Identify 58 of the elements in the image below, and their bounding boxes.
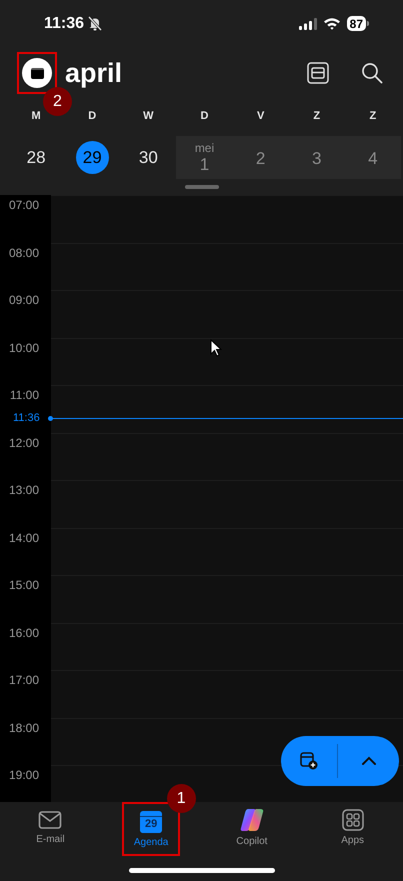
month-label: mei <box>194 142 214 154</box>
mail-icon <box>38 810 62 830</box>
calendar-icon: 29 <box>140 810 162 832</box>
day-cell[interactable]: 28 <box>8 136 64 179</box>
battery-indicator: 87 <box>346 16 366 31</box>
day-number: 2 <box>256 150 266 167</box>
day-cell[interactable]: mei 1 <box>176 136 233 179</box>
day-number: 30 <box>138 149 158 166</box>
day-cell[interactable]: 2 <box>232 136 289 179</box>
mouse-cursor-icon <box>210 339 222 357</box>
weekday-label: Z <box>370 108 376 124</box>
apps-icon <box>342 808 364 830</box>
weekday-label: Z <box>313 108 320 124</box>
day-cell[interactable]: 29 <box>64 136 120 179</box>
hour-label: 16:00 <box>8 626 39 638</box>
weekday-label: M <box>31 108 41 124</box>
bell-slash-icon <box>88 16 102 31</box>
hour-label: 07:00 <box>8 199 39 211</box>
hour-label: 15:00 <box>8 579 39 591</box>
hour-label: 19:00 <box>8 769 39 781</box>
account-button[interactable] <box>22 58 52 88</box>
weekday-label: W <box>143 108 154 124</box>
hour-label: 08:00 <box>8 246 39 258</box>
wifi-icon <box>322 17 341 30</box>
hour-label: 14:00 <box>8 532 39 544</box>
day-cell[interactable]: 30 <box>120 136 176 179</box>
weekday-label: V <box>256 108 264 124</box>
weekday-label: D <box>88 108 96 124</box>
drag-handle[interactable] <box>184 185 218 189</box>
month-title: april <box>65 60 124 86</box>
day-number: 28 <box>26 149 46 166</box>
hour-label: 10:00 <box>8 342 39 354</box>
status-time: 11:36 <box>44 14 84 34</box>
search-icon[interactable] <box>361 62 383 84</box>
step-badge: 2 <box>43 87 72 116</box>
day-cell[interactable]: 3 <box>288 136 345 179</box>
hour-label: 18:00 <box>8 722 39 734</box>
time-slot[interactable] <box>51 385 403 432</box>
calendar-add-icon <box>299 751 319 771</box>
weekday-label: D <box>200 108 208 124</box>
tab-bar-item[interactable]: Copilot <box>226 802 277 848</box>
hour-label: 12:00 <box>8 436 39 448</box>
tab-bar-item[interactable]: E-mail <box>25 802 76 848</box>
day-number: 29 <box>76 141 109 174</box>
hour-label: 11:00 <box>10 389 39 401</box>
hour-label: 13:00 <box>8 484 39 496</box>
day-view-icon[interactable] <box>307 62 329 84</box>
day-cell[interactable]: 4 <box>344 136 401 179</box>
tab-bar-item[interactable]: Apps <box>328 802 378 848</box>
copilot-icon <box>238 808 265 832</box>
signal-icon <box>298 18 317 30</box>
hour-label: 09:00 <box>8 294 39 306</box>
day-number: 1 <box>200 156 210 173</box>
hour-label: 17:00 <box>8 674 39 686</box>
chevron-up-icon <box>360 756 376 766</box>
day-number: 4 <box>368 150 378 167</box>
calendar-icon <box>30 68 44 78</box>
day-number: 3 <box>312 150 322 167</box>
